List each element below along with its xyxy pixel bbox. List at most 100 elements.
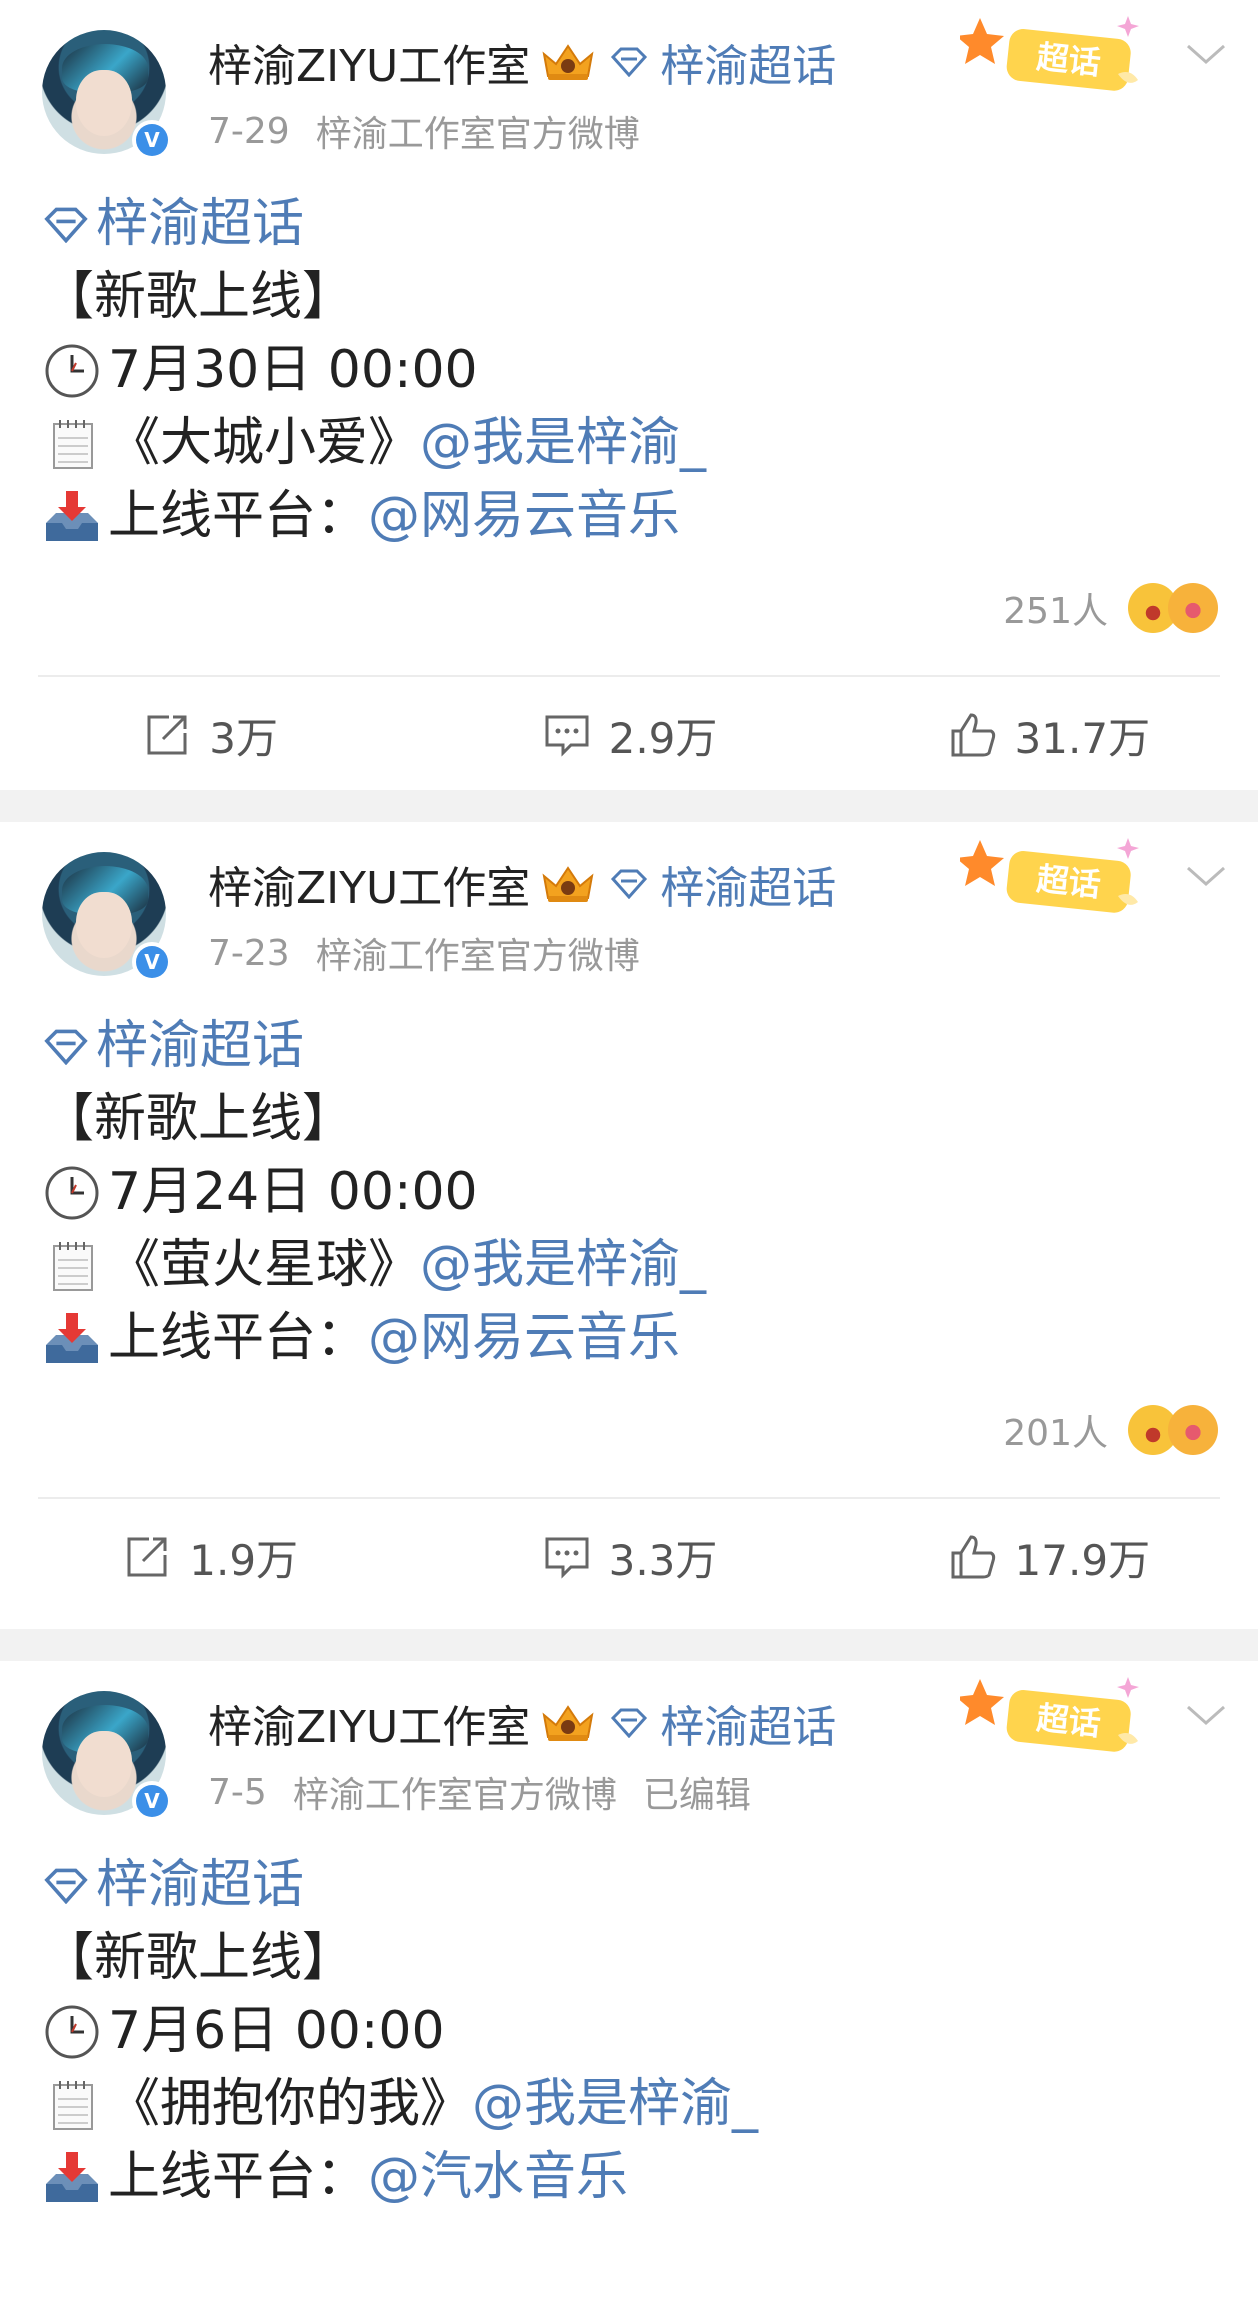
time-line: 7月6日 00:00 xyxy=(42,1995,758,2068)
crown-icon xyxy=(542,44,594,80)
diamond-icon xyxy=(611,1708,648,1738)
svg-text:超话: 超话 xyxy=(1035,860,1103,904)
repost-count: 3万 xyxy=(209,713,279,763)
author-row: 梓渝ZIYU工作室 梓渝超话 xyxy=(208,30,836,94)
headline: 【新歌上线】 xyxy=(42,1089,355,1149)
reactions[interactable]: 251人 xyxy=(1003,578,1218,638)
release-time: 7月30日 00:00 xyxy=(108,340,478,400)
post-source: 梓渝工作室官方微博 xyxy=(292,1775,617,1816)
like-button[interactable]: 17.9万 xyxy=(839,1527,1258,1588)
topic-tag-link[interactable]: 梓渝超话 xyxy=(610,30,836,94)
platform-label: 上线平台： xyxy=(108,1308,369,1368)
reaction-count: 251人 xyxy=(1003,591,1108,632)
avatar[interactable]: V xyxy=(42,852,172,982)
platform-label: 上线平台： xyxy=(108,486,369,546)
edited-label: 已编辑 xyxy=(642,1775,751,1816)
author-name[interactable]: 梓渝ZIYU工作室 xyxy=(208,1691,530,1755)
repost-button[interactable]: 1.9万 xyxy=(0,1527,419,1588)
platform-line: 上线平台： @汽水音乐 xyxy=(42,2141,758,2214)
platform-label: 上线平台： xyxy=(108,2147,369,2207)
action-bar: 3万 2.9万 31.7万 xyxy=(0,690,1258,780)
topic-tag-link[interactable]: 梓渝超话 xyxy=(610,852,836,916)
mention-link[interactable]: @我是梓渝_ xyxy=(420,407,706,480)
post-card[interactable]: V 梓渝ZIYU工作室 梓渝超话 7-23 梓渝工作室官方微博 超话 梓渝超话 xyxy=(0,822,1258,1629)
post-card[interactable]: V 梓渝ZIYU工作室 梓渝超话 7-29 梓渝工作室官方微博 超话 梓渝超话 xyxy=(0,0,1258,790)
post-date: 7-5 xyxy=(208,1771,267,1813)
song-title: 《大城小爱》 xyxy=(108,413,421,473)
platform-link[interactable]: @网易云音乐 xyxy=(368,480,680,553)
comment-button[interactable]: 2.9万 xyxy=(419,705,838,766)
time-line: 7月30日 00:00 xyxy=(42,334,706,407)
verified-badge-icon: V xyxy=(132,120,172,160)
topic-line[interactable]: 梓渝超话 xyxy=(42,1010,706,1083)
repost-icon xyxy=(127,1537,167,1577)
avatar-face xyxy=(76,70,132,136)
platform-line: 上线平台： @网易云音乐 xyxy=(42,480,706,553)
topic-tag-label: 梓渝超话 xyxy=(660,1702,837,1753)
comment-icon xyxy=(545,1537,589,1579)
post-date: 7-23 xyxy=(208,932,290,974)
author-name[interactable]: 梓渝ZIYU工作室 xyxy=(208,852,530,916)
post-date: 7-29 xyxy=(208,110,290,152)
repost-count: 1.9万 xyxy=(189,1535,299,1585)
diamond-icon xyxy=(44,1029,88,1065)
post-source: 梓渝工作室官方微博 xyxy=(315,114,640,155)
avatar[interactable]: V xyxy=(42,30,172,160)
topic-link[interactable]: 梓渝超话 xyxy=(96,1849,304,1922)
chevron-down-icon[interactable] xyxy=(1184,1701,1228,1729)
topic-line[interactable]: 梓渝超话 xyxy=(42,188,706,261)
chaohua-badge-icon[interactable]: 超话 xyxy=(960,834,1150,924)
inbox-download-icon xyxy=(46,490,98,541)
topic-tag-link[interactable]: 梓渝超话 xyxy=(610,1691,836,1755)
release-time: 7月6日 00:00 xyxy=(108,2001,445,2061)
author-row: 梓渝ZIYU工作室 梓渝超话 xyxy=(208,1691,836,1755)
avatar[interactable]: V xyxy=(42,1691,172,1821)
notepad-icon xyxy=(53,1241,93,1291)
mention-link[interactable]: @我是梓渝_ xyxy=(420,1229,706,1302)
author-row: 梓渝ZIYU工作室 梓渝超话 xyxy=(208,852,836,916)
svg-text:超话: 超话 xyxy=(1035,38,1103,82)
diamond-icon xyxy=(611,869,648,899)
topic-link[interactable]: 梓渝超话 xyxy=(96,1010,304,1083)
post-text: 梓渝超话 【新歌上线】 7月24日 00:00 《萤火星球》 @我是梓渝_ 上线… xyxy=(42,1010,706,1375)
post-separator xyxy=(0,790,1258,822)
crown-icon xyxy=(542,866,594,902)
divider xyxy=(38,675,1220,677)
comment-count: 3.3万 xyxy=(608,1535,718,1585)
weibo-feed: V 梓渝ZIYU工作室 梓渝超话 7-29 梓渝工作室官方微博 超话 梓渝超话 xyxy=(0,0,1258,2311)
song-title: 《拥抱你的我》 xyxy=(108,2074,473,2134)
topic-link[interactable]: 梓渝超话 xyxy=(96,188,304,261)
chaohua-badge-icon[interactable]: 超话 xyxy=(960,1673,1150,1763)
song-line: 《萤火星球》 @我是梓渝_ xyxy=(42,1229,706,1302)
time-line: 7月24日 00:00 xyxy=(42,1156,706,1229)
action-bar: 1.9万 3.3万 17.9万 xyxy=(0,1512,1258,1602)
inbox-download-icon xyxy=(46,2151,98,2202)
reaction-count: 201人 xyxy=(1003,1413,1108,1454)
like-count: 31.7万 xyxy=(1014,713,1151,763)
repost-button[interactable]: 3万 xyxy=(0,705,419,766)
avatar-face xyxy=(76,1731,132,1797)
like-count: 17.9万 xyxy=(1014,1535,1151,1585)
comment-icon xyxy=(545,715,589,757)
post-text: 梓渝超话 【新歌上线】 7月30日 00:00 《大城小爱》 @我是梓渝_ 上线… xyxy=(42,188,706,553)
post-card[interactable]: V 梓渝ZIYU工作室 梓渝超话 7-5 梓渝工作室官方微博 已编辑 超话 梓渝… xyxy=(0,1661,1258,2311)
comment-button[interactable]: 3.3万 xyxy=(419,1527,838,1588)
platform-link[interactable]: @汽水音乐 xyxy=(368,2141,628,2214)
song-line: 《大城小爱》 @我是梓渝_ xyxy=(42,407,706,480)
emoji-faces-icon xyxy=(1128,1405,1218,1455)
clock-icon xyxy=(45,1166,99,1219)
diamond-icon xyxy=(44,1868,88,1904)
platform-link[interactable]: @网易云音乐 xyxy=(368,1302,680,1375)
verified-badge-icon: V xyxy=(132,1781,172,1821)
mention-link[interactable]: @我是梓渝_ xyxy=(472,2068,758,2141)
headline: 【新歌上线】 xyxy=(42,267,355,327)
chaohua-badge-icon[interactable]: 超话 xyxy=(960,12,1150,102)
svg-text:超话: 超话 xyxy=(1035,1699,1103,1743)
chevron-down-icon[interactable] xyxy=(1184,40,1228,68)
reactions[interactable]: 201人 xyxy=(1003,1400,1218,1460)
chevron-down-icon[interactable] xyxy=(1184,862,1228,890)
comment-count: 2.9万 xyxy=(608,713,718,763)
topic-line[interactable]: 梓渝超话 xyxy=(42,1849,758,1922)
like-button[interactable]: 31.7万 xyxy=(839,705,1258,766)
author-name[interactable]: 梓渝ZIYU工作室 xyxy=(208,30,530,94)
